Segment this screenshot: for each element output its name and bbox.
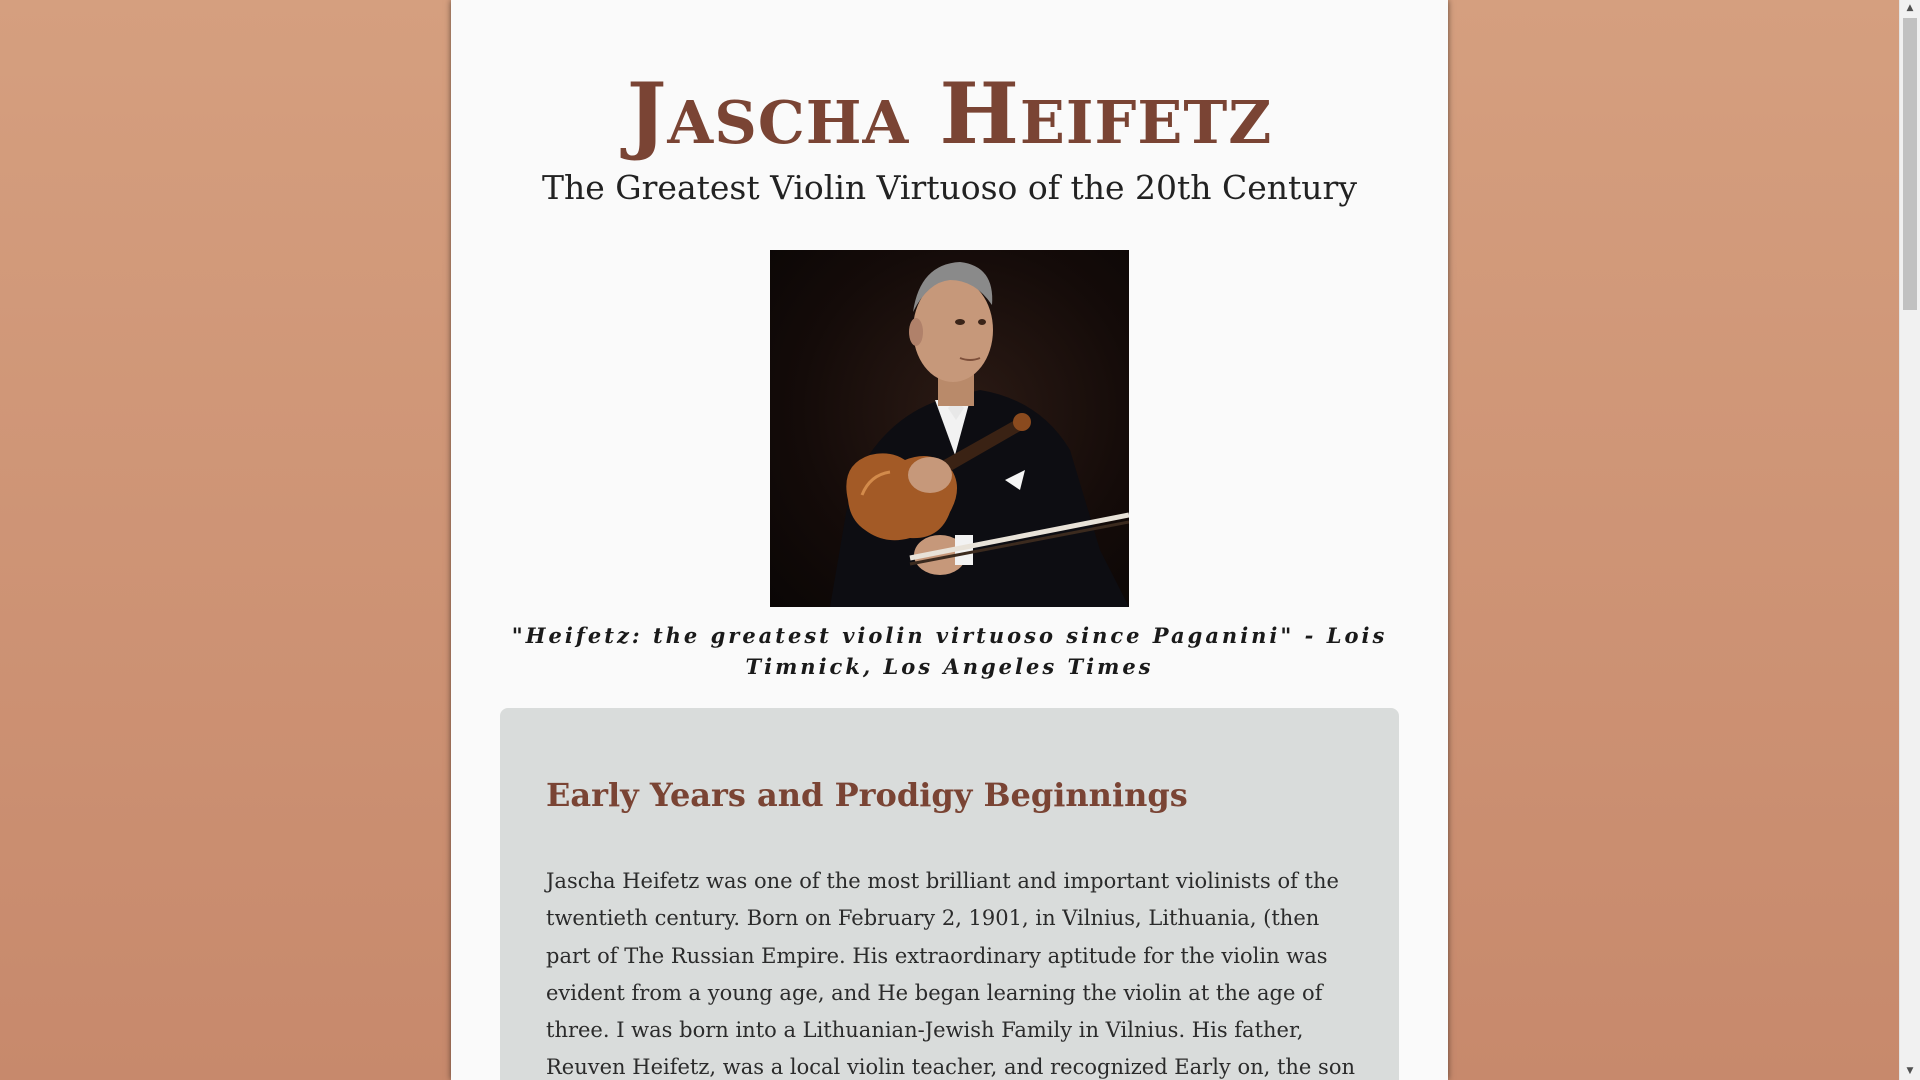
section-body: Jascha Heifetz was one of the most brill… (546, 869, 1355, 1080)
quote-text: "Heifetz: the greatest violin virtuoso s… (511, 623, 1388, 679)
page-title: Jascha Heifetz (626, 64, 1273, 163)
scrollbar-thumb[interactable] (1903, 18, 1917, 310)
vertical-scrollbar[interactable]: ▲ ▼ (1899, 0, 1920, 1080)
portrait-illustration (830, 262, 1129, 607)
scroll-up-icon[interactable]: ▲ (1900, 0, 1920, 17)
content-page: Jascha Heifetz The Greatest Violin Virtu… (451, 0, 1448, 1080)
scroll-down-icon[interactable]: ▼ (1900, 1063, 1920, 1080)
page-subtitle: The Greatest Violin Virtuoso of the 20th… (542, 168, 1357, 207)
section-heading: Early Years and Prodigy Beginnings (546, 776, 1188, 814)
section-card: Early Years and Prodigy Beginnings Jasch… (500, 708, 1399, 1080)
portrait-photo (770, 250, 1129, 607)
